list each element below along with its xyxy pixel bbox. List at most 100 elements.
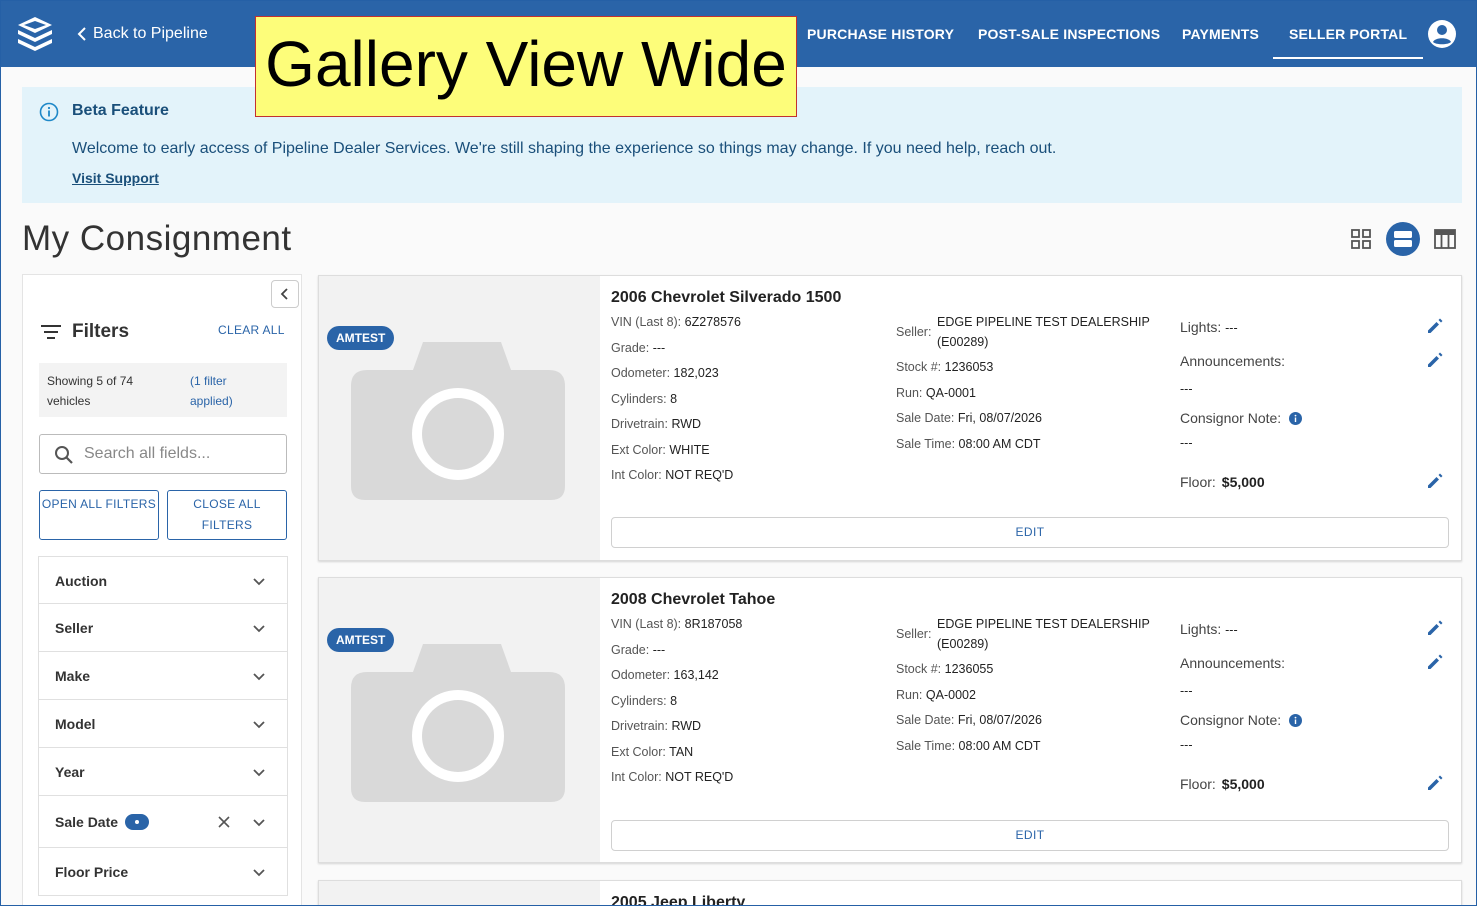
nav-seller-portal[interactable]: SELLER PORTAL [1273,1,1424,59]
filter-auction[interactable]: Auction [38,556,288,604]
vehicle-photo-placeholder[interactable]: AMTEST [319,276,600,560]
banner-message: Welcome to early access of Pipeline Deal… [72,140,1057,157]
info-icon [39,102,59,122]
vin-field: VIN (Last 8): 8R187058 [611,617,743,631]
edit-floor-pencil-icon[interactable] [1425,471,1445,491]
announcements-value: --- [1180,382,1193,396]
edit-floor-pencil-icon[interactable] [1425,773,1445,793]
edit-announcements-pencil-icon[interactable] [1425,350,1445,370]
vehicle-photo-placeholder[interactable]: AMTEST [319,578,600,862]
collapse-sidebar-button[interactable] [271,280,299,308]
search-icon [55,446,73,464]
nav-post-sale-inspections[interactable]: POST-SALE INSPECTIONS [978,1,1160,61]
auction-badge: AMTEST [327,326,395,350]
filter-label: Make [55,668,91,684]
app-logo-icon[interactable] [15,14,55,54]
consignor-note-label: Consignor Note: [1180,712,1282,728]
filter-seller[interactable]: Seller [38,604,288,652]
filter-label: Floor Price [55,864,129,880]
vehicle-photo-placeholder[interactable] [319,881,600,905]
filter-floor-price[interactable]: Floor Price [38,848,288,896]
lights-field: Lights: --- [1180,621,1238,637]
sale-time-field: Sale Time: 08:00 AM CDT [896,739,1041,753]
ext-color-field: Ext Color: TAN [611,745,694,759]
chevron-left-icon [77,27,86,41]
page-title: My Consignment [22,219,292,258]
sale-date-field: Sale Date: Fri, 08/07/2026 [896,411,1042,425]
visit-support-link[interactable]: Visit Support [72,170,159,186]
gallery-wide-view-icon[interactable] [1386,222,1420,256]
announcements-label: Announcements: [1180,655,1286,671]
filter-label: Model [55,716,96,732]
grade-field: Grade: --- [611,643,666,657]
vin-field: VIN (Last 8): 6Z278576 [611,315,741,329]
table-view-icon[interactable] [1429,223,1461,255]
chevron-down-icon [253,578,265,586]
chevron-down-icon [253,673,265,681]
odometer-field: Odometer: 163,142 [611,668,719,682]
filter-sale-date[interactable]: Sale Date [38,796,288,848]
filters-applied-link[interactable]: (1 filter applied) [190,371,270,411]
announcements-label: Announcements: [1180,353,1286,369]
vehicle-card: AMTEST 2008 Chevrolet Tahoe VIN (Last 8)… [318,577,1462,863]
app-window: Back to Pipeline PURCHASE HISTORY POST-S… [0,0,1477,906]
search-box [39,434,287,474]
consignor-note-info-icon[interactable] [1289,714,1302,727]
filter-year[interactable]: Year [38,748,288,796]
seller-label: Seller: [896,325,932,339]
ext-color-field: Ext Color: WHITE [611,443,710,457]
camera-icon [351,342,565,500]
vehicle-card: AMTEST 2006 Chevrolet Silverado 1500 VIN… [318,275,1462,561]
chevron-left-icon [280,288,288,300]
filter-model[interactable]: Model [38,700,288,748]
run-field: Run: QA-0002 [896,688,976,702]
account-icon[interactable] [1427,19,1457,49]
floor-field: Floor: $5,000 [1180,776,1265,792]
consignor-note-value: --- [1180,738,1193,752]
edit-vehicle-button[interactable]: EDIT [611,820,1449,851]
chevron-down-icon [253,769,265,777]
filter-icon [41,325,61,339]
nav-purchase-history[interactable]: PURCHASE HISTORY [807,1,954,61]
filters-sidebar: Filters CLEAR ALL Showing 5 of 74 vehicl… [22,274,302,905]
cylinders-field: Cylinders: 8 [611,694,678,708]
filter-label: Year [55,764,85,780]
seller-value: EDGE PIPELINE TEST DEALERSHIP (E00289) [937,315,1150,349]
stock-field: Stock #: 1236053 [896,360,994,374]
nav-payments[interactable]: PAYMENTS [1182,1,1259,61]
int-color-field: Int Color: NOT REQ'D [611,468,734,482]
clear-all-button[interactable]: CLEAR ALL [218,323,285,337]
vehicle-title: 2008 Chevrolet Tahoe [611,591,776,608]
announcements-value: --- [1180,684,1193,698]
lights-field: Lights: --- [1180,319,1238,335]
edit-lights-pencil-icon[interactable] [1425,316,1445,336]
filter-label: Sale Date [55,814,119,830]
search-input[interactable] [84,441,279,467]
chevron-down-icon [253,819,265,827]
vehicle-title: 2005 Jeep Liberty [611,894,746,906]
sale-date-field: Sale Date: Fri, 08/07/2026 [896,713,1042,727]
chevron-down-icon [253,625,265,633]
active-filter-indicator [125,814,149,830]
vehicle-title: 2006 Chevrolet Silverado 1500 [611,289,842,306]
consignor-note-info-icon[interactable] [1289,412,1302,425]
consignor-note-label: Consignor Note: [1180,410,1282,426]
vehicle-card: 2005 Jeep Liberty [318,880,1462,906]
edit-lights-pencil-icon[interactable] [1425,618,1445,638]
filter-label: Auction [55,573,108,589]
filter-make[interactable]: Make [38,652,288,700]
clear-filter-icon[interactable] [217,815,231,829]
grid-view-icon[interactable] [1345,223,1377,255]
chevron-down-icon [253,869,265,877]
showing-count: Showing 5 of 74 vehicles [47,374,134,408]
seller-value: EDGE PIPELINE TEST DEALERSHIP (E00289) [937,617,1150,651]
open-all-filters-button[interactable]: OPEN ALL FILTERS [39,490,159,540]
filters-title: Filters [72,321,130,342]
close-all-filters-button[interactable]: CLOSE ALL FILTERS [167,490,287,540]
odometer-field: Odometer: 182,023 [611,366,719,380]
edit-vehicle-button[interactable]: EDIT [611,517,1449,548]
back-to-pipeline-link[interactable]: Back to Pipeline [77,25,208,43]
results-summary: Showing 5 of 74 vehicles (1 filter appli… [39,363,287,417]
run-field: Run: QA-0001 [896,386,976,400]
edit-announcements-pencil-icon[interactable] [1425,652,1445,672]
